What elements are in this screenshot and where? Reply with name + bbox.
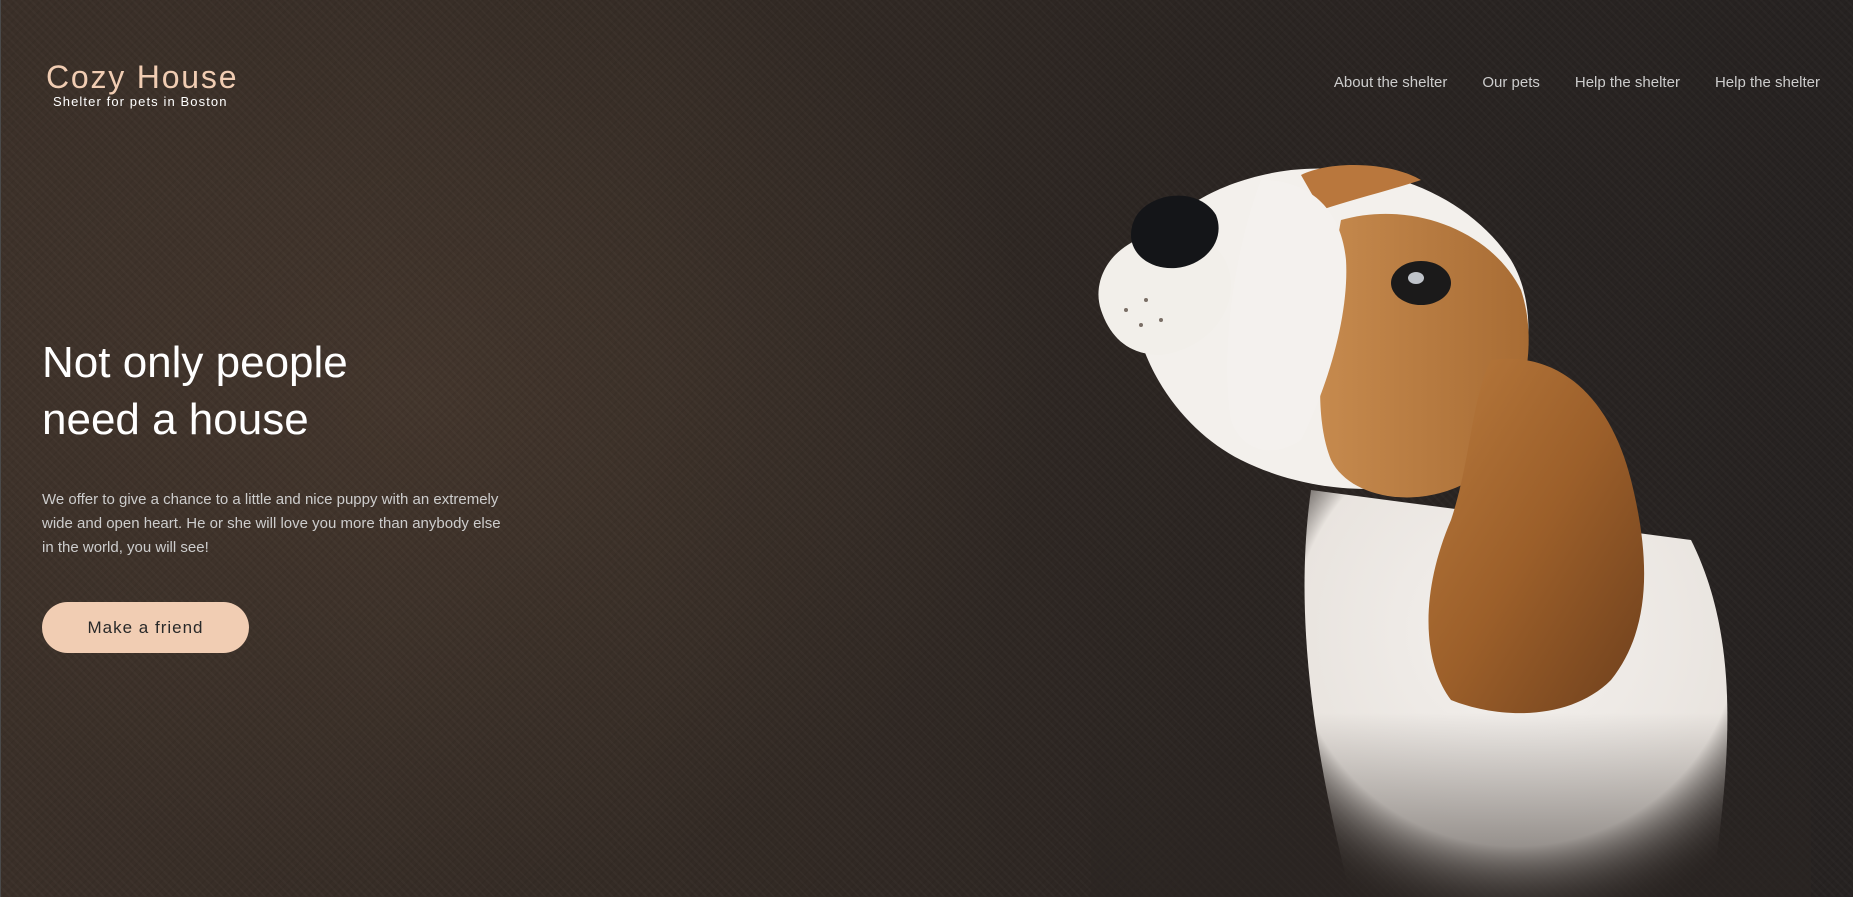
logo[interactable]: Cozy House Shelter for pets in Boston	[46, 58, 238, 109]
nav-link-our-pets[interactable]: Our pets	[1482, 74, 1540, 91]
hero-headline: Not only people need a house	[42, 334, 462, 448]
main-nav: About the shelter Our pets Help the shel…	[1334, 74, 1820, 91]
hero-description: We offer to give a chance to a little an…	[42, 491, 501, 556]
nav-link-help-shelter[interactable]: Help the shelter	[1575, 74, 1680, 91]
hero-headline-line1: Not only people	[42, 338, 348, 387]
nav-link-help-shelter-2[interactable]: Help the shelter	[1715, 74, 1820, 91]
hero-headline-line2: need a house	[42, 395, 309, 444]
make-a-friend-button[interactable]: Make a friend	[42, 602, 249, 653]
nav-link-about[interactable]: About the shelter	[1334, 74, 1447, 91]
logo-title[interactable]: Cozy House	[46, 58, 238, 96]
beagle-puppy-image	[1091, 160, 1811, 897]
hero-section: Cozy House Shelter for pets in Boston Ab…	[0, 0, 1853, 897]
logo-subtitle: Shelter for pets in Boston	[53, 94, 228, 109]
page-bottom-strip	[0, 897, 1853, 907]
